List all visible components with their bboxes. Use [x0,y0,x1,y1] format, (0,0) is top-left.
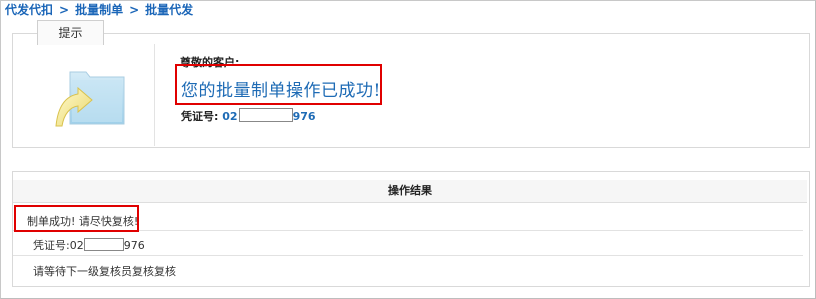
voucher-number: 凭证号: 02 976 [181,108,316,124]
breadcrumb-item-batch-payout[interactable]: 批量代发 [145,3,193,17]
result-header: 操作结果 [13,180,807,203]
breadcrumb-separator: > [129,3,140,17]
voucher-label: 凭证号: [181,110,219,123]
breadcrumb-separator: > [59,3,70,17]
voucher-mask [238,108,293,122]
result-voucher-mask [83,238,124,251]
result-instruction: 请等待下一级复核员复核复核 [33,265,176,278]
voucher-prefix: 02 [222,110,238,123]
folder-upload-icon [55,71,125,127]
breadcrumb-item-daifadaikou[interactable]: 代发代扣 [5,3,53,17]
result-voucher: 凭证号:02 976 [33,237,145,253]
result-voucher-suffix: 976 [123,239,145,252]
result-voucher-prefix: 02 [69,239,84,252]
result-voucher-label: 凭证号: [33,239,70,252]
result-message-highlight-box [14,205,139,232]
breadcrumb-item-batch-order[interactable]: 批量制单 [75,3,123,17]
breadcrumb: 代发代扣 > 批量制单 > 批量代发 [5,2,193,18]
tab-tip[interactable]: 提示 [37,20,104,45]
success-message: 您的批量制单操作已成功! [181,81,381,101]
voucher-suffix: 976 [292,110,316,123]
result-row-voucher: 凭证号:02 976 [13,232,803,256]
result-row-instruction: 请等待下一级复核员复核复核 [13,256,803,279]
